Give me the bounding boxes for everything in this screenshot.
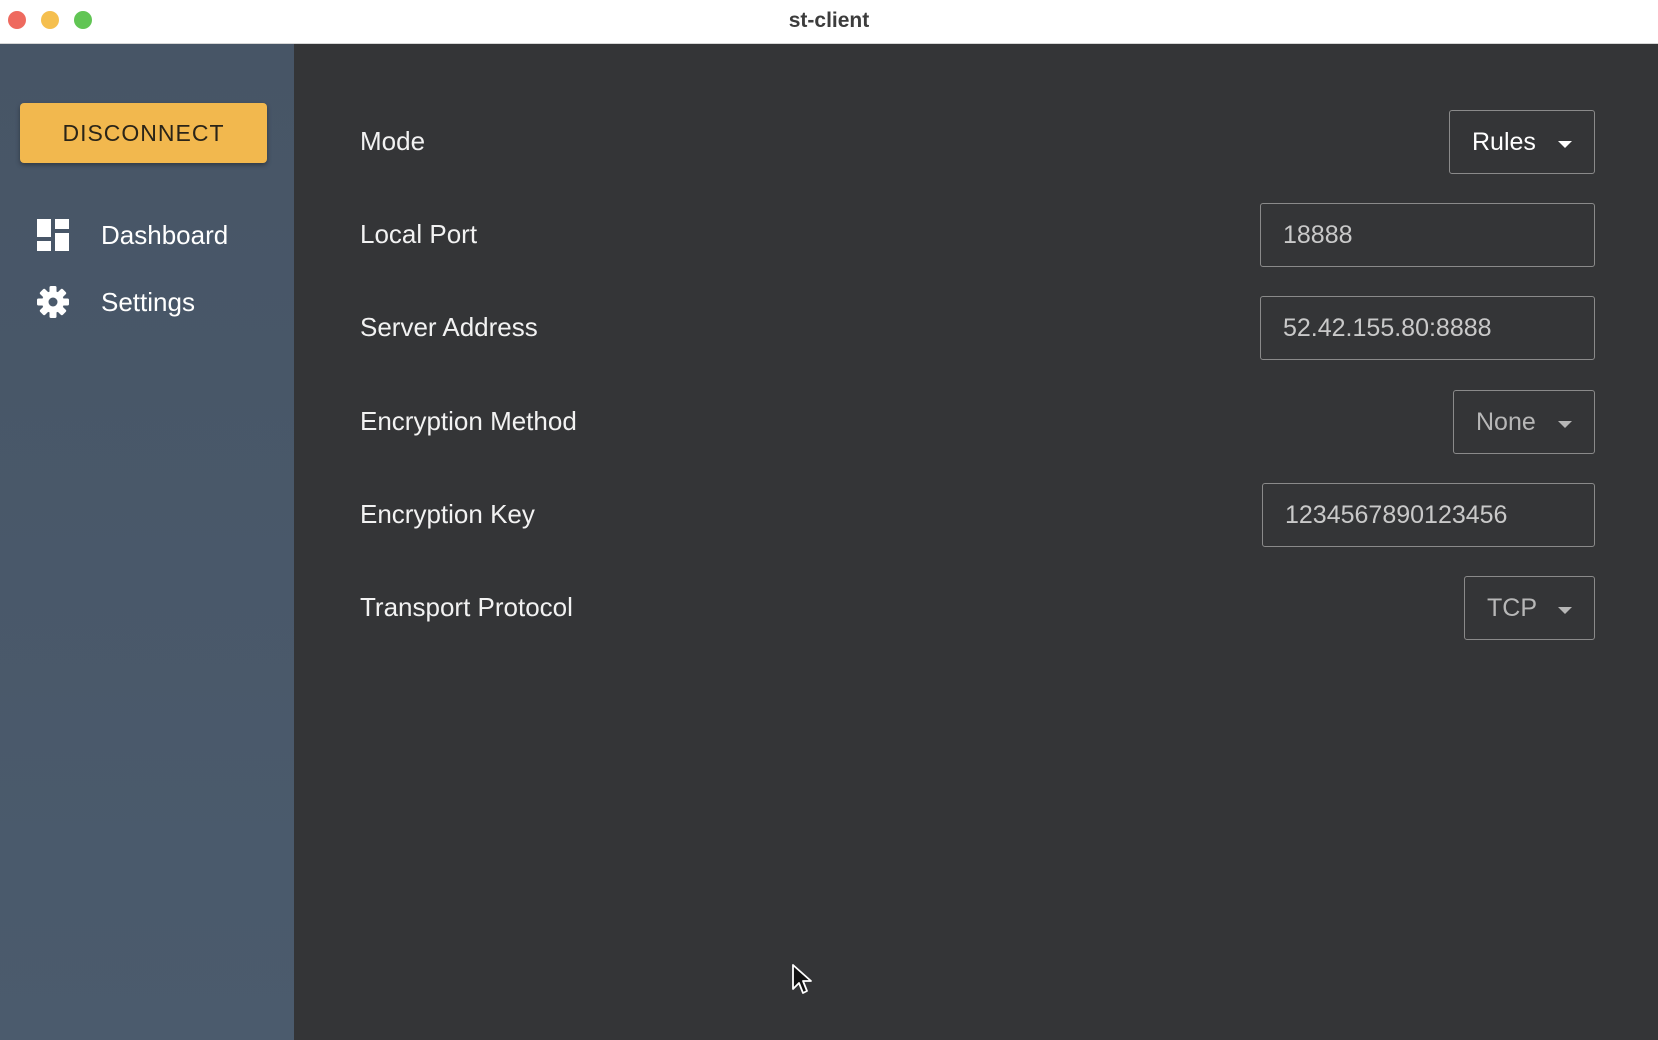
encryption-method-value: None	[1476, 407, 1536, 436]
disconnect-button[interactable]: DISCONNECT	[20, 103, 267, 163]
sidebar-item-settings[interactable]: Settings	[0, 274, 294, 330]
mode-label: Mode	[360, 126, 426, 156]
chevron-down-icon	[1558, 607, 1572, 614]
local-port-input[interactable]: 18888	[1260, 203, 1595, 267]
server-address-label: Server Address	[360, 312, 538, 342]
sidebar-item-label: Dashboard	[101, 219, 229, 250]
dashboard-icon	[37, 219, 69, 251]
server-address-value: 52.42.155.80:8888	[1283, 313, 1492, 342]
title-bar: st-client	[0, 0, 1658, 44]
local-port-label: Local Port	[360, 219, 478, 249]
gear-icon	[37, 286, 69, 318]
transport-protocol-value: TCP	[1487, 593, 1537, 622]
sidebar-item-dashboard[interactable]: Dashboard	[0, 207, 294, 263]
sidebar-item-label: Settings	[101, 286, 195, 317]
settings-panel: Mode Rules Local Port 18888 Server Addre…	[294, 44, 1658, 1040]
server-address-input[interactable]: 52.42.155.80:8888	[1260, 296, 1595, 360]
encryption-method-select[interactable]: None	[1453, 390, 1595, 454]
chevron-down-icon	[1558, 421, 1572, 428]
encryption-key-input[interactable]: 1234567890123456	[1262, 483, 1595, 547]
mode-select[interactable]: Rules	[1449, 110, 1595, 174]
app-window: st-client DISCONNECT Dashboard Settings …	[0, 0, 1658, 1040]
encryption-key-value: 1234567890123456	[1285, 500, 1508, 529]
transport-protocol-select[interactable]: TCP	[1464, 576, 1595, 640]
chevron-down-icon	[1558, 141, 1572, 148]
transport-protocol-label: Transport Protocol	[360, 592, 573, 622]
sidebar: DISCONNECT Dashboard Settings	[0, 44, 294, 1040]
encryption-key-label: Encryption Key	[360, 499, 535, 529]
mode-select-value: Rules	[1472, 127, 1536, 156]
window-title: st-client	[788, 9, 870, 32]
mouse-pointer-icon	[792, 964, 812, 994]
local-port-value: 18888	[1283, 220, 1353, 249]
encryption-method-label: Encryption Method	[360, 406, 577, 436]
